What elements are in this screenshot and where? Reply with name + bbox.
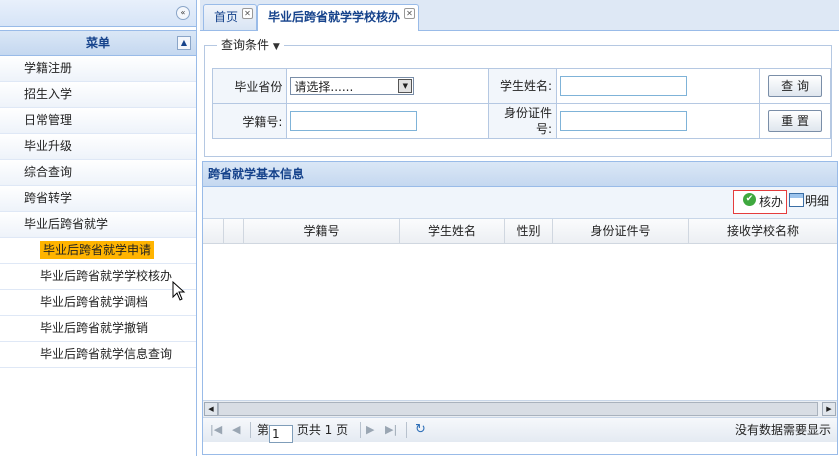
page-label: 第1 页共 1 页 (257, 423, 349, 443)
pager-separator (250, 422, 251, 438)
pager-separator (360, 422, 361, 438)
sidebar-item-label: 毕业升级 (24, 139, 73, 153)
submenu-item-label: 毕业后跨省就学学校核办 (40, 269, 173, 283)
student-id-input[interactable] (290, 111, 418, 131)
first-page-icon[interactable]: |◀ (210, 423, 222, 437)
main-area: 首页 ✕ 毕业后跨省就学学校核办 ✕ 查询条件 ▼ 毕业省份 请选择......… (200, 0, 839, 456)
student-name-label: 学生姓名: (487, 68, 557, 104)
id-card-input[interactable] (559, 111, 687, 131)
query-panel: 查询条件 ▼ 毕业省份 请选择...... ▼ 学生姓名: 查 询 学籍号: 身… (204, 36, 832, 157)
horizontal-scrollbar[interactable]: ◀ ▶ (203, 400, 837, 417)
query-legend[interactable]: 查询条件 ▼ (217, 36, 284, 53)
grid-body (203, 244, 837, 400)
submenu-item-info-query[interactable]: 毕业后跨省就学信息查询 (0, 342, 196, 368)
submenu-item-file-transfer[interactable]: 毕业后跨省就学调档 (0, 290, 196, 316)
submenu-item-label: 毕业后跨省就学信息查询 (40, 347, 173, 361)
submenu-item-apply[interactable]: 毕业后跨省就学申请 (0, 238, 196, 264)
sidebar-item-label: 综合查询 (24, 165, 73, 179)
sidebar: « 菜单 ▲ 学籍注册 招生入学 日常管理 毕业升级 综合查询 跨省转学 毕业后… (0, 0, 197, 456)
grid-toolbar: ✔ 核办 明细 (203, 187, 837, 219)
check-icon: ✔ (743, 193, 756, 206)
reset-button[interactable]: 重 置 (768, 110, 823, 132)
student-name-input[interactable] (559, 76, 687, 96)
sidebar-item-general-query[interactable]: 综合查询 (0, 160, 196, 186)
column-student-id[interactable]: 学籍号 (244, 219, 400, 243)
mouse-cursor-icon (172, 281, 186, 301)
double-chevron-left-icon[interactable]: « (176, 6, 190, 20)
page-number-input[interactable]: 1 (269, 425, 294, 443)
scrollbar-thumb[interactable] (218, 402, 818, 416)
sidebar-item-label: 毕业后跨省就学 (24, 217, 109, 231)
scroll-right-icon[interactable]: ▶ (822, 402, 836, 416)
chevron-up-icon[interactable]: ▲ (177, 36, 191, 50)
prev-page-icon[interactable]: ◀ (232, 423, 240, 437)
query-legend-label: 查询条件 (221, 38, 270, 52)
scroll-left-icon[interactable]: ◀ (204, 402, 218, 416)
close-icon[interactable]: ✕ (404, 8, 416, 19)
student-id-label: 学籍号: (211, 103, 288, 139)
sidebar-item-label: 招生入学 (24, 87, 73, 101)
id-card-label: 身份证件 号: (487, 103, 557, 139)
submenu-item-label: 毕业后跨省就学撤销 (40, 321, 149, 335)
detail-button[interactable]: 明细 (789, 193, 829, 208)
refresh-icon[interactable]: ↻ (415, 423, 426, 437)
sidebar-item-admission[interactable]: 招生入学 (0, 82, 196, 108)
sidebar-item-label: 日常管理 (24, 113, 73, 127)
submenu-item-revoke[interactable]: 毕业后跨省就学撤销 (0, 316, 196, 342)
tab-label: 首页 (214, 10, 239, 24)
menu-title: 菜单 (85, 36, 110, 50)
last-page-icon[interactable]: ▶| (385, 423, 397, 437)
sidebar-item-label: 跨省转学 (24, 191, 73, 205)
tab-label: 毕业后跨省就学学校核办 (268, 10, 401, 24)
province-select[interactable]: 请选择...... ▼ (290, 77, 415, 95)
column-id-card[interactable]: 身份证件号 (553, 219, 689, 243)
sidebar-item-label: 学籍注册 (24, 61, 73, 75)
query-form: 毕业省份 请选择...... ▼ 学生姓名: 查 询 学籍号: 身份证件 号: (211, 68, 831, 139)
pager: |◀ ◀ 第1 页共 1 页 ▶ ▶| ↻ 没有数据需要显示 (203, 417, 837, 443)
sidebar-item-cross-province-transfer[interactable]: 跨省转学 (0, 186, 196, 212)
tab-home[interactable]: 首页 ✕ (203, 4, 258, 30)
menu-header: 菜单 ▲ (0, 30, 196, 56)
sidebar-item-cross-province-study[interactable]: 毕业后跨省就学 (0, 212, 196, 238)
grid-title: 跨省就学基本信息 (203, 162, 837, 187)
submenu-item-label: 毕业后跨省就学申请 (40, 241, 155, 259)
window-icon (789, 193, 804, 207)
province-label: 毕业省份 (211, 68, 288, 104)
tab-bar: 首页 ✕ 毕业后跨省就学学校核办 ✕ (200, 0, 839, 31)
province-select-value: 请选择...... (294, 80, 354, 94)
close-icon[interactable]: ✕ (242, 8, 254, 19)
sidebar-item-daily-management[interactable]: 日常管理 (0, 108, 196, 134)
approve-label: 核办 (759, 195, 784, 209)
column-student-name[interactable]: 学生姓名 (400, 219, 505, 243)
column-gender[interactable]: 性别 (505, 219, 553, 243)
row-number-column (203, 219, 224, 243)
submenu-item-school-approval[interactable]: 毕业后跨省就学学校核办 (0, 264, 196, 290)
caret-down-icon: ▼ (272, 42, 280, 52)
sidebar-item-graduation-upgrade[interactable]: 毕业升级 (0, 134, 196, 160)
sidebar-collapse-bar: « (0, 0, 196, 27)
grid-header: 学籍号 学生姓名 性别 身份证件号 接收学校名称 (203, 219, 837, 244)
approve-button[interactable]: ✔ 核办 (733, 190, 787, 214)
tab-school-approval[interactable]: 毕业后跨省就学学校核办 ✕ (257, 4, 420, 31)
detail-label: 明细 (805, 194, 830, 208)
pager-status: 没有数据需要显示 (734, 423, 831, 437)
column-receiving-school[interactable]: 接收学校名称 (689, 219, 837, 243)
next-page-icon[interactable]: ▶ (366, 423, 374, 437)
submenu-item-label: 毕业后跨省就学调档 (40, 295, 149, 309)
pager-separator (406, 422, 407, 438)
sidebar-item-enrollment-register[interactable]: 学籍注册 (0, 56, 196, 82)
dropdown-arrow-icon[interactable]: ▼ (398, 79, 413, 93)
search-button[interactable]: 查 询 (768, 75, 823, 97)
checkbox-column[interactable] (224, 219, 244, 243)
grid-panel: 跨省就学基本信息 ✔ 核办 明细 学籍号 学生姓名 性别 身份证件号 接收学校名… (202, 161, 838, 455)
